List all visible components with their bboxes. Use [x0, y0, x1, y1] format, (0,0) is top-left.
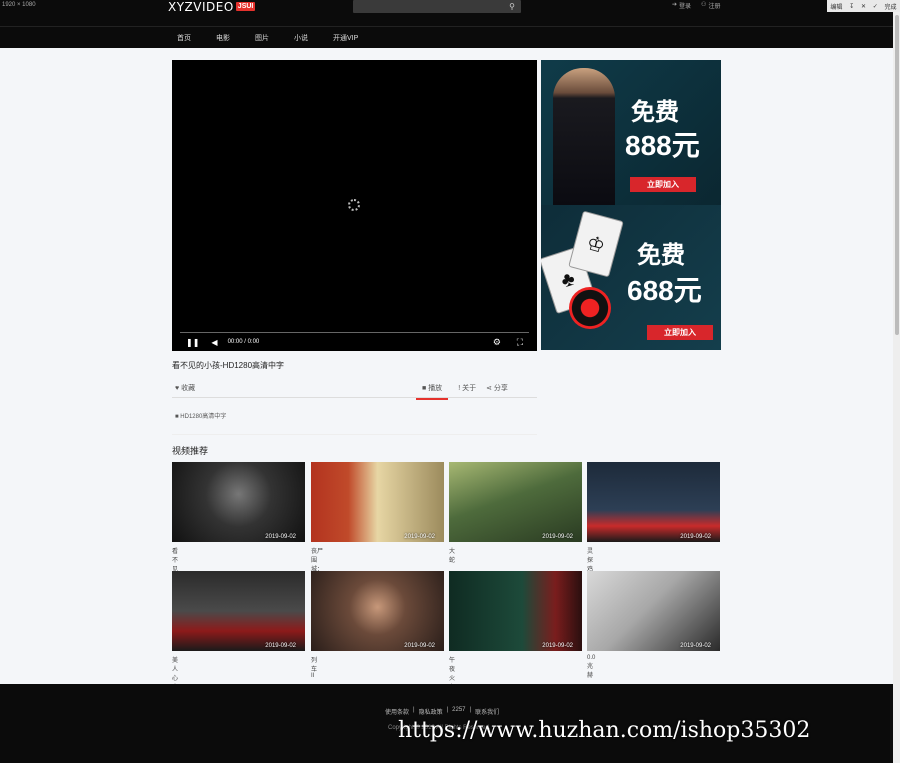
register-label: 注册: [708, 4, 721, 10]
nav-item-movies[interactable]: 电影: [216, 33, 230, 43]
recommend-title: 视频推荐: [172, 446, 209, 456]
heart-icon: ♥: [175, 385, 180, 392]
ad-free-text: 免费: [631, 99, 679, 126]
scrollbar-thumb[interactable]: [895, 15, 899, 335]
footer-separator: |: [413, 707, 415, 713]
ad-amount-text: 888元: [625, 130, 700, 161]
toolbox-done-button[interactable]: 完成: [885, 2, 897, 11]
screenshot-toolbox: 编辑 ↧ ✕ ✓ 完成: [827, 0, 900, 12]
footer-link-2257[interactable]: 2257: [452, 707, 465, 716]
login-icon: ➔: [672, 2, 678, 8]
main-nav: 首页 电影 图片 小说 开通VIP: [0, 26, 893, 48]
thumbnail-date: 2019-09-02: [680, 643, 711, 649]
download-icon[interactable]: ↧: [849, 3, 854, 10]
footer-links: 使用条款 | 隐私政策 | 2257 | 联系我们: [385, 707, 499, 716]
favorite-button[interactable]: ♥ 收藏: [175, 383, 195, 393]
footer-separator: |: [469, 707, 472, 713]
video-title-label[interactable]: 大蛇: [449, 546, 455, 564]
exclamation-icon: !: [458, 385, 461, 392]
login-label: 登录: [679, 4, 692, 10]
logo-badge: JSUI: [235, 2, 256, 11]
video-thumbnail[interactable]: 2019-09-02: [311, 571, 444, 651]
user-links: ➔ 登录 ⚇ 注册: [672, 1, 720, 10]
tab-about-label: 关于: [462, 385, 477, 392]
tab-share[interactable]: ⋖ 分享: [486, 383, 508, 400]
video-action-bar: ♥ 收藏 ■ 播放 ! 关于 ⋖ 分享: [172, 378, 537, 400]
nav-item-vip[interactable]: 开通VIP: [333, 33, 358, 43]
check-icon[interactable]: ✓: [873, 3, 878, 10]
nav-item-pictures[interactable]: 图片: [255, 33, 269, 43]
video-camera-icon: ■: [175, 414, 179, 420]
thumbnail-date: 2019-09-02: [680, 534, 711, 540]
share-icon: ⋖: [486, 385, 492, 392]
ad-join-button[interactable]: 立即加入: [630, 177, 696, 192]
nav-item-novels[interactable]: 小说: [294, 33, 308, 43]
nav-item-home[interactable]: 首页: [177, 33, 191, 43]
video-tabs: ■ 播放 ! 关于 ⋖ 分享: [416, 383, 508, 400]
footer-link-contact[interactable]: 联系我们: [475, 707, 499, 716]
user-plus-icon: ⚇: [701, 2, 707, 8]
thumbnail-date: 2019-09-02: [265, 534, 296, 540]
video-title-label[interactable]: 0.0兆赫: [587, 655, 595, 679]
site-logo[interactable]: XYZVIDEO JSUI: [168, 0, 256, 14]
footer-link-privacy[interactable]: 隐私政策: [419, 707, 443, 716]
logo-text: XYZVIDEO: [168, 0, 234, 14]
favorite-label: 收藏: [181, 385, 196, 392]
ad-join-button[interactable]: 立即加入: [647, 325, 713, 340]
tab-about[interactable]: ! 关于: [458, 383, 476, 400]
ad-free-text: 免费: [637, 242, 685, 269]
settings-gear-icon[interactable]: ⚙: [493, 337, 501, 348]
search-icon[interactable]: ⚲: [509, 2, 515, 11]
register-link[interactable]: ⚇ 注册: [701, 1, 720, 10]
thumbnail-date: 2019-09-02: [404, 534, 435, 540]
video-title: 看不见的小孩-HD1280高清中字: [172, 361, 285, 370]
player-time: 00:00 / 0:00: [227, 339, 260, 345]
footer-link-terms[interactable]: 使用条款: [385, 707, 409, 716]
video-player[interactable]: ❚❚ ◀ 00:00 / 0:00 ⚙ ⛶: [172, 60, 537, 351]
pause-icon[interactable]: ❚❚: [186, 338, 199, 347]
divider: [172, 434, 537, 435]
video-camera-icon: ■: [422, 385, 427, 392]
tab-play[interactable]: ■ 播放: [416, 383, 449, 400]
video-thumbnail[interactable]: 2019-09-02: [449, 462, 582, 542]
video-thumbnail[interactable]: 2019-09-02: [587, 571, 720, 651]
tab-share-label: 分享: [493, 385, 508, 392]
watermark: https://www.huzhan.com/ishop35302: [398, 718, 811, 743]
login-link[interactable]: ➔ 登录: [672, 1, 691, 10]
video-thumbnail[interactable]: 2019-09-02: [587, 462, 720, 542]
ad-player-image: [553, 68, 615, 205]
ad-banner-688[interactable]: ♣ ♔ 免费 688元 立即加入: [541, 205, 721, 350]
search-input[interactable]: ⚲: [353, 0, 521, 13]
card-king-icon: ♔: [568, 210, 624, 278]
toolbox-edit-button[interactable]: 编辑: [830, 2, 842, 11]
ad-banner-888[interactable]: 免费 888元 立即加入: [541, 60, 721, 205]
fullscreen-icon[interactable]: ⛶: [517, 337, 523, 348]
loading-spinner-icon: [348, 199, 360, 211]
ad-cards-image: ♣ ♔: [541, 210, 630, 329]
play-source[interactable]: ■ HD1280高清中字: [175, 411, 226, 420]
thumbnail-date: 2019-09-02: [542, 643, 573, 649]
volume-icon[interactable]: ◀: [211, 338, 217, 347]
video-thumbnail[interactable]: 2019-09-02: [449, 571, 582, 651]
screen-dimensions-label: 1920 × 1080: [2, 2, 36, 8]
thumbnail-date: 2019-09-02: [265, 643, 296, 649]
video-title-label[interactable]: 列车II: [311, 655, 317, 679]
player-controls: ❚❚ ◀ 00:00 / 0:00 ⚙ ⛶: [172, 333, 537, 351]
top-bar: 1920 × 1080 XYZVIDEO JSUI ⚲ ➔ 登录 ⚇ 注册: [0, 0, 900, 26]
video-thumbnail[interactable]: 2019-09-02: [311, 462, 444, 542]
footer-separator: |: [446, 707, 449, 713]
thumbnail-date: 2019-09-02: [542, 534, 573, 540]
close-icon[interactable]: ✕: [861, 3, 866, 10]
thumbnail-date: 2019-09-02: [404, 643, 435, 649]
video-thumbnail[interactable]: 2019-09-02: [172, 571, 305, 651]
poker-chip-icon: [569, 287, 611, 329]
play-source-label: HD1280高清中字: [180, 414, 227, 420]
ad-amount-text: 688元: [627, 275, 702, 306]
tab-play-label: 播放: [428, 385, 443, 392]
video-thumbnail[interactable]: 2019-09-02: [172, 462, 305, 542]
